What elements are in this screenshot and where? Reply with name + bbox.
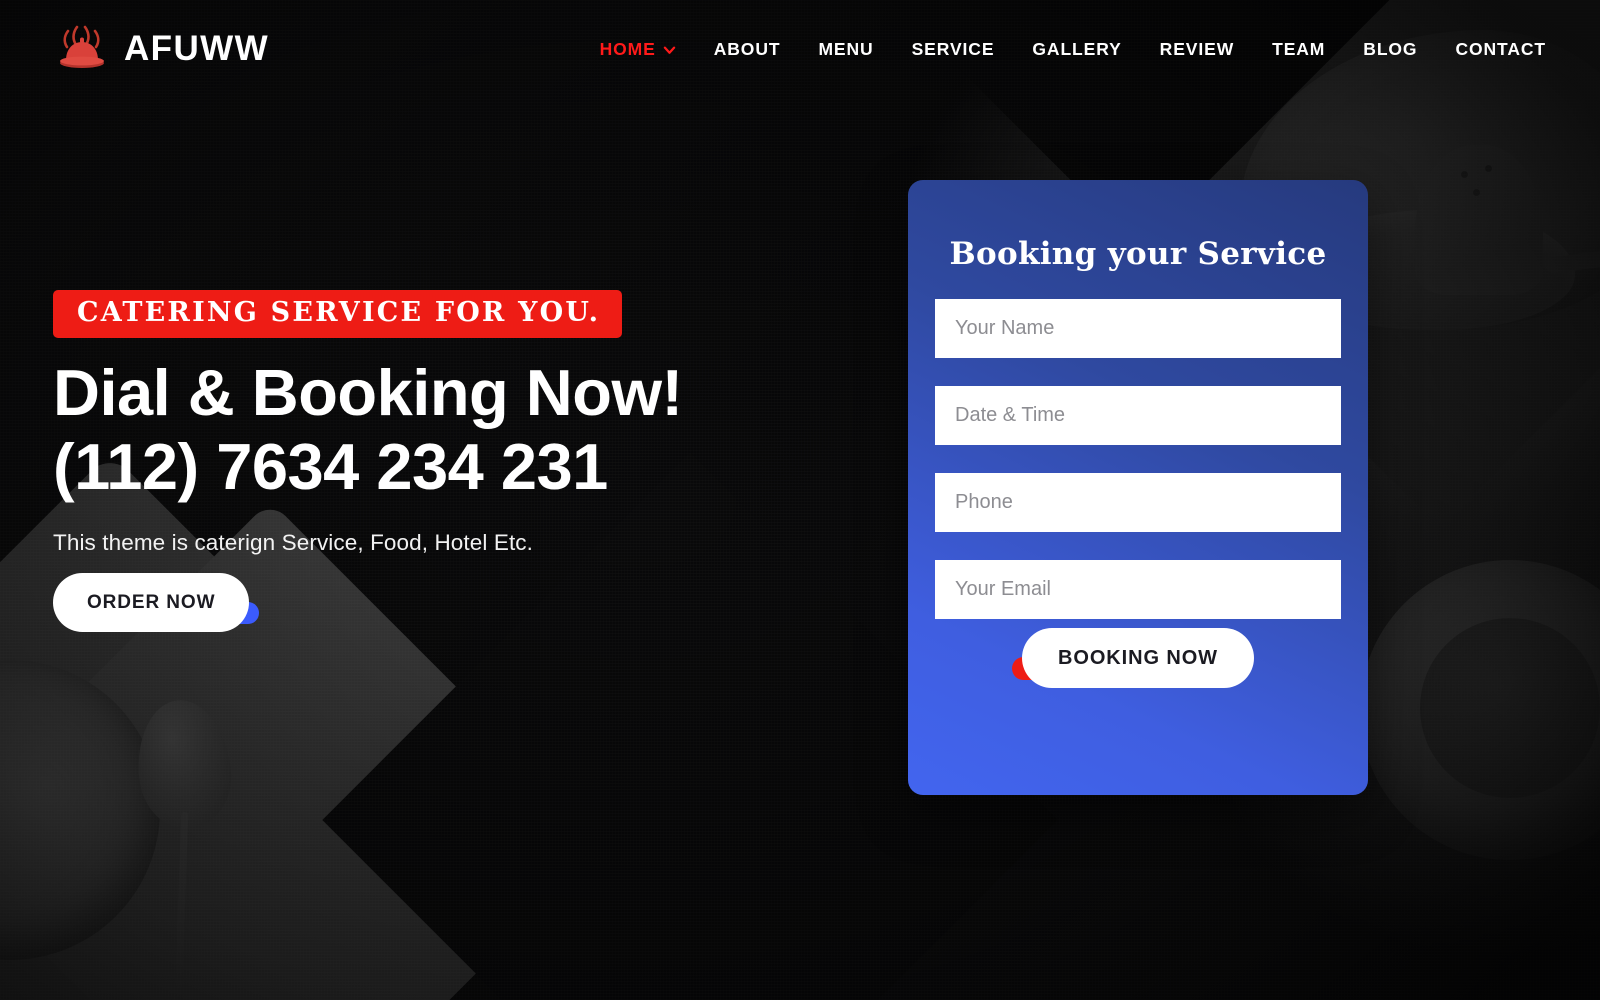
hero-title-line-2: (112) 7634 234 231 xyxy=(53,430,608,504)
cloche-food-dome-icon xyxy=(54,24,110,74)
nav-label: GALLERY xyxy=(1032,38,1122,59)
nav-label: SERVICE xyxy=(911,38,995,59)
site-header: AFUWW HOME ABOUT MENU SERVICE GALLERY RE… xyxy=(0,0,1600,98)
booking-submit-row: BOOKING NOW xyxy=(935,628,1341,688)
brand-name: AFUWW xyxy=(124,29,270,68)
booking-form-panel: Booking your Service BOOKING NOW xyxy=(908,180,1368,795)
hero-page: AFUWW HOME ABOUT MENU SERVICE GALLERY RE… xyxy=(0,0,1600,1000)
hero-subtitle: This theme is caterign Service, Food, Ho… xyxy=(53,530,533,556)
booking-form-fields xyxy=(935,299,1341,619)
hero-title-line-1: Dial & Booking Now! xyxy=(53,356,683,429)
chevron-down-icon xyxy=(663,46,675,54)
nav-item-contact[interactable]: CONTACT xyxy=(1455,39,1546,60)
nav-item-blog[interactable]: BLOG xyxy=(1363,39,1417,60)
booking-now-button[interactable]: BOOKING NOW xyxy=(1012,628,1254,688)
your-name-input[interactable] xyxy=(935,299,1341,358)
booking-form-title: Booking your Service xyxy=(949,236,1327,272)
nav-label: CONTACT xyxy=(1455,38,1546,59)
phone-input[interactable] xyxy=(935,473,1341,532)
nav-label: REVIEW xyxy=(1159,38,1235,59)
hero-content: CATERING SERVICE FOR YOU. Dial & Booking… xyxy=(53,290,813,633)
nav-item-gallery[interactable]: GALLERY xyxy=(1032,39,1121,60)
nav-label: HOME xyxy=(599,38,656,59)
main-navigation: HOME ABOUT MENU SERVICE GALLERY REVIEW T… xyxy=(600,39,1546,60)
nav-item-service[interactable]: SERVICE xyxy=(912,39,995,60)
nav-item-home[interactable]: HOME xyxy=(600,39,676,60)
booking-now-button-label: BOOKING NOW xyxy=(1022,628,1254,688)
hero-tagline-badge: CATERING SERVICE FOR YOU. xyxy=(53,290,623,338)
nav-item-about[interactable]: ABOUT xyxy=(714,39,781,60)
nav-item-team[interactable]: TEAM xyxy=(1272,39,1325,60)
nav-label: ABOUT xyxy=(713,38,781,59)
order-now-button-label: ORDER NOW xyxy=(53,573,250,633)
nav-label: MENU xyxy=(818,38,874,59)
page-title: Dial & Booking Now! (112) 7634 234 231 xyxy=(53,356,813,504)
your-email-input[interactable] xyxy=(935,560,1341,619)
nav-item-menu[interactable]: MENU xyxy=(818,39,873,60)
order-now-button[interactable]: ORDER NOW xyxy=(53,573,260,633)
nav-label: TEAM xyxy=(1272,38,1326,59)
date-time-input[interactable] xyxy=(935,386,1341,445)
nav-item-review[interactable]: REVIEW xyxy=(1160,39,1234,60)
nav-label: BLOG xyxy=(1363,38,1418,59)
brand-logo-link[interactable]: AFUWW xyxy=(54,24,269,74)
